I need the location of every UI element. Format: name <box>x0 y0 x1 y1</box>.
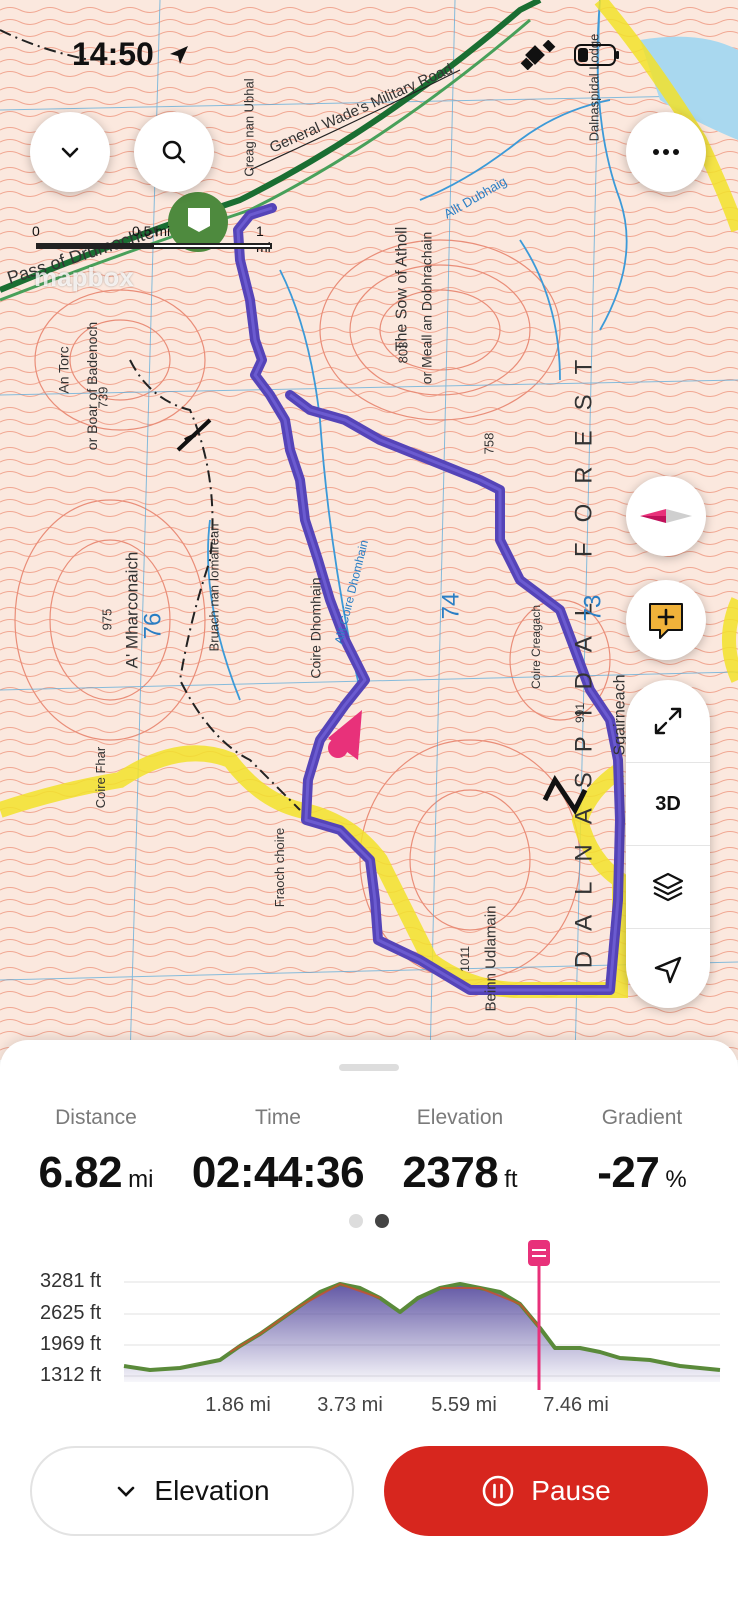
map-label-beinn-udlamain: Beinn Udlamain <box>482 905 500 1012</box>
stat-value: 6.82 <box>38 1148 123 1197</box>
map-label-sow-alt: or Meall an Dobhrachain <box>418 231 435 385</box>
map-label-height-991: 991 <box>573 702 588 724</box>
map-grid-73: 73 <box>579 594 607 622</box>
collapse-button[interactable] <box>30 112 110 192</box>
stat-value: -27 <box>597 1148 660 1197</box>
map-label-sow-height: 803 <box>395 341 411 364</box>
sheet-drag-handle[interactable] <box>339 1064 399 1071</box>
stat-label: Gradient <box>601 1106 683 1129</box>
map-grid-76: 76 <box>139 612 167 640</box>
add-note-button[interactable] <box>626 580 706 660</box>
compass-button[interactable] <box>626 476 706 556</box>
layers-icon <box>652 872 684 902</box>
stat-label: Time <box>255 1106 301 1129</box>
search-button[interactable] <box>134 112 214 192</box>
map-tools-panel: 3D <box>626 680 710 1008</box>
elevation-profile-chart[interactable] <box>0 1240 738 1390</box>
elevation-button-label: Elevation <box>154 1475 270 1506</box>
expand-icon <box>654 707 682 735</box>
scale-full: 1 mi <box>256 223 271 255</box>
attribution-text: mapbox <box>34 262 134 292</box>
stat-unit: mi <box>128 1166 154 1193</box>
map-label-coire-fhar: Coire Fhar <box>93 746 109 809</box>
navigation-arrow-icon <box>654 956 682 984</box>
stat-label: Elevation <box>416 1106 504 1129</box>
stat-time: Time 02:44:36 <box>186 1106 370 1198</box>
stat-elevation: Elevation 2378 ft <box>368 1106 552 1198</box>
profile-x-label: 5.59 mi <box>431 1394 497 1416</box>
map-label-coire-creagach: Coire Creagach <box>529 604 544 690</box>
stat-unit: ft <box>504 1166 518 1193</box>
profile-y-label: 1312 ft <box>40 1364 102 1386</box>
satellite-icon <box>520 40 556 70</box>
pause-button[interactable]: Pause <box>384 1446 708 1536</box>
chevron-down-icon <box>61 147 79 158</box>
map-label-bruach: Bruach nan Iomairean <box>206 523 222 652</box>
elevation-toggle-button[interactable]: Elevation <box>30 1446 354 1536</box>
page-indicator <box>349 1214 389 1228</box>
stat-value: 2378 <box>402 1148 499 1197</box>
pause-button-label: Pause <box>531 1475 611 1506</box>
profile-y-label: 3281 ft <box>40 1270 102 1292</box>
page-dot[interactable] <box>349 1214 363 1228</box>
stat-distance: Distance 6.82 mi <box>4 1106 188 1198</box>
map-label-an-torc: An Torc <box>55 346 72 394</box>
map-label-a-mharconaich: A' Mharconaich <box>122 551 142 669</box>
map-label-coire-dhomhain: Coire Dhomhain <box>307 577 324 679</box>
pause-icon <box>482 1475 514 1507</box>
map-label-fraoch: Fraoch choire <box>272 827 288 908</box>
battery-icon <box>574 44 619 66</box>
map-label-sow: The Sow of Atholl <box>393 226 411 352</box>
scale-half: 0.5 mi <box>132 223 171 239</box>
status-time: 14:50 <box>72 36 191 73</box>
profile-y-label: 2625 ft <box>40 1302 102 1324</box>
profile-x-label: 7.46 mi <box>543 1394 609 1416</box>
layers-button[interactable] <box>626 846 710 929</box>
page-dot-active[interactable] <box>375 1214 389 1228</box>
fullscreen-button[interactable] <box>626 680 710 763</box>
clock: 14:50 <box>72 36 154 72</box>
profile-y-label: 1969 ft <box>40 1333 102 1355</box>
map-view[interactable]: Pass of Drumochter General Wade's Milita… <box>0 0 738 1060</box>
profile-x-label: 1.86 mi <box>205 1394 271 1416</box>
stat-gradient: Gradient -27% <box>550 1106 734 1198</box>
mapbox-logo: mapbox <box>34 262 134 293</box>
more-horizontal-icon <box>653 149 679 155</box>
location-arrow-icon <box>169 46 188 64</box>
map-label-creag: Creag nan Ubhal <box>241 78 257 177</box>
profile-area <box>124 1284 720 1382</box>
map-label-forest: DALNASPIDAL FOREST <box>570 339 598 969</box>
stat-value: 02:44:36 <box>191 1148 365 1197</box>
map-label-height-758: 758 <box>481 432 497 455</box>
add-note-icon <box>649 603 683 639</box>
map-label-height-1011: 1011 <box>457 946 472 972</box>
scale-zero: 0 <box>32 223 40 239</box>
search-icon <box>162 140 186 164</box>
map-label-height-975: 975 <box>99 608 115 631</box>
chevron-down-icon <box>118 1486 135 1497</box>
map-label-boar-height: 739 <box>95 386 111 409</box>
stat-label: Distance <box>55 1106 137 1129</box>
stat-unit: % <box>665 1166 687 1193</box>
status-icons <box>520 40 620 70</box>
3d-toggle-button[interactable]: 3D <box>626 763 710 846</box>
compass-icon <box>640 509 692 523</box>
map-grid-74: 74 <box>437 592 465 620</box>
more-options-button[interactable] <box>626 112 706 192</box>
profile-x-label: 3.73 mi <box>317 1394 383 1416</box>
